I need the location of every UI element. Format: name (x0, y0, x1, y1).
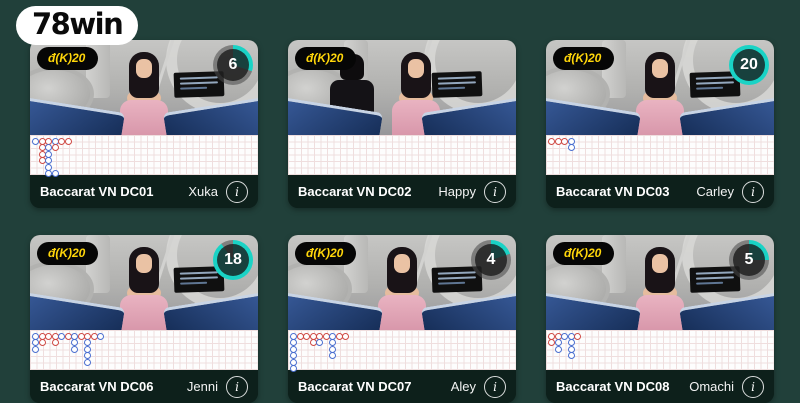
dealer-name: Xuka (188, 184, 218, 199)
timer-seconds: 20 (740, 56, 758, 73)
info-icon[interactable]: i (484, 375, 506, 398)
banker-result-dot (38, 339, 46, 347)
dealer-name: Omachi (689, 379, 734, 394)
bead-road (546, 330, 774, 370)
banker-result-dot (574, 332, 582, 340)
player-result-dot (32, 345, 40, 353)
timer-seconds: 6 (228, 56, 238, 73)
countdown-timer: 6 (213, 45, 253, 85)
timer-seconds: 4 (486, 251, 496, 268)
timer-seconds: 5 (744, 251, 754, 268)
video-preview: đ(K)20 4 (288, 235, 516, 330)
video-preview: đ(K)20 (288, 40, 516, 135)
bead-road (546, 135, 774, 175)
game-grid: đ(K)20 6 Baccarat VN DC01 Xuka i đ(K)20 … (30, 40, 774, 403)
bead-road (288, 135, 516, 175)
min-bet-badge: đ(K)20 (553, 242, 615, 265)
game-card[interactable]: đ(K)20 4 Baccarat VN DC07 Aley i (288, 235, 516, 403)
player-result-dot (567, 352, 575, 360)
video-preview: đ(K)20 20 (546, 40, 774, 135)
player-result-dot (316, 339, 324, 347)
banker-result-dot (342, 332, 350, 340)
bead-road (288, 330, 516, 373)
card-footer: Baccarat VN DC07 Aley i (288, 370, 516, 403)
table-name: Baccarat VN DC01 (40, 184, 154, 199)
min-bet-badge: đ(K)20 (295, 242, 357, 265)
min-bet-badge: đ(K)20 (37, 47, 99, 70)
info-icon[interactable]: i (742, 375, 764, 398)
card-footer: Baccarat VN DC03 Carley i (546, 175, 774, 208)
game-card[interactable]: đ(K)20 Baccarat VN DC02 Happy i (288, 40, 516, 208)
banker-result-dot (51, 339, 59, 347)
table-name: Baccarat VN DC07 (298, 379, 412, 394)
countdown-timer: 18 (213, 240, 253, 280)
bead-road (30, 330, 258, 370)
video-preview: đ(K)20 6 (30, 40, 258, 135)
info-icon[interactable]: i (226, 375, 248, 398)
table-name: Baccarat VN DC06 (40, 379, 154, 394)
brand-logo[interactable]: 78win (16, 6, 139, 45)
player-result-dot (97, 332, 105, 340)
lobby-page: { "logo": { "text": "78win" }, "icons": … (0, 0, 800, 403)
info-icon[interactable]: i (226, 180, 248, 203)
player-result-dot (329, 352, 337, 360)
info-icon[interactable]: i (742, 180, 764, 203)
card-footer: Baccarat VN DC08 Omachi i (546, 370, 774, 403)
table-name: Baccarat VN DC08 (556, 379, 670, 394)
countdown-timer: 4 (471, 240, 511, 280)
table-name: Baccarat VN DC02 (298, 184, 412, 199)
video-preview: đ(K)20 18 (30, 235, 258, 330)
dealer-name: Jenni (186, 379, 218, 394)
player-result-dot (567, 144, 575, 152)
game-card[interactable]: đ(K)20 6 Baccarat VN DC01 Xuka i (30, 40, 258, 208)
timer-seconds: 18 (224, 251, 242, 268)
game-card[interactable]: đ(K)20 18 Baccarat VN DC06 Jenni i (30, 235, 258, 403)
min-bet-badge: đ(K)20 (37, 242, 99, 265)
player-result-dot (51, 170, 59, 178)
player-result-dot (84, 358, 92, 366)
video-preview: đ(K)20 5 (546, 235, 774, 330)
info-icon[interactable]: i (484, 180, 506, 203)
min-bet-badge: đ(K)20 (295, 47, 357, 70)
game-card[interactable]: đ(K)20 5 Baccarat VN DC08 Omachi i (546, 235, 774, 403)
countdown-timer: 5 (729, 240, 769, 280)
banker-result-dot (64, 137, 72, 145)
countdown-timer: 20 (729, 45, 769, 85)
player-result-dot (554, 345, 562, 353)
dealer-name: Happy (438, 184, 476, 199)
bead-road (30, 135, 258, 178)
min-bet-badge: đ(K)20 (553, 47, 615, 70)
card-footer: Baccarat VN DC06 Jenni i (30, 370, 258, 403)
card-footer: Baccarat VN DC01 Xuka i (30, 175, 258, 208)
card-footer: Baccarat VN DC02 Happy i (288, 175, 516, 208)
banker-result-dot (51, 144, 59, 152)
dealer-name: Aley (450, 379, 476, 394)
dealer-name: Carley (696, 184, 734, 199)
player-result-dot (71, 345, 79, 353)
game-card[interactable]: đ(K)20 20 Baccarat VN DC03 Carley i (546, 40, 774, 208)
table-name: Baccarat VN DC03 (556, 184, 670, 199)
